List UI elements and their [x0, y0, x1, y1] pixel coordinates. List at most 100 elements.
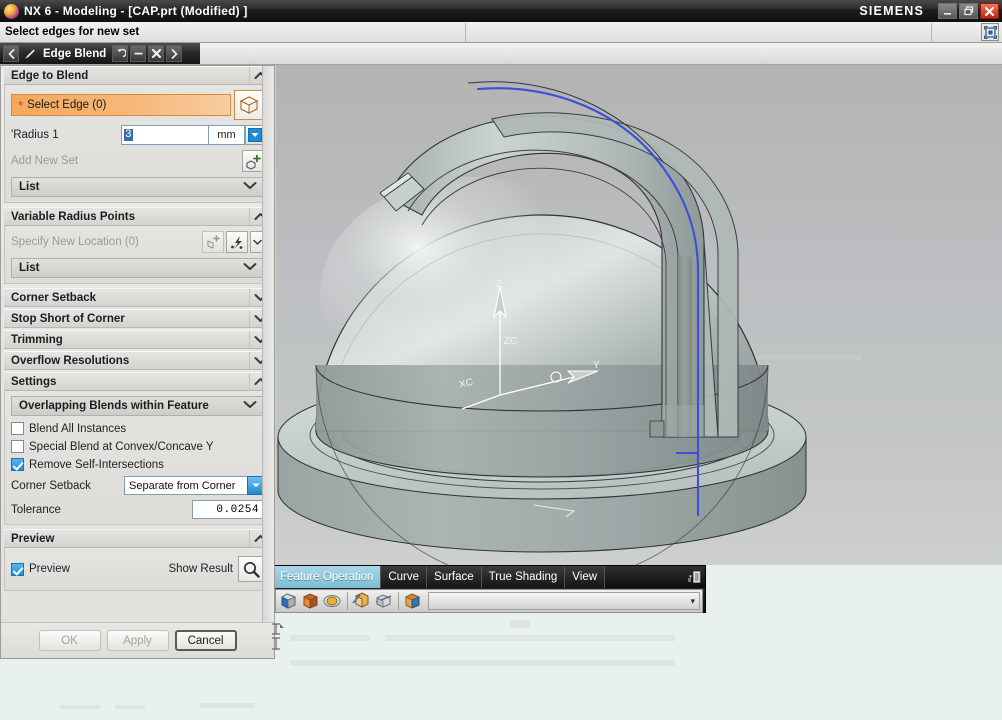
undo-selection-button[interactable]	[112, 45, 129, 62]
tab-curve[interactable]: Curve	[381, 566, 428, 588]
cue-message: Select edges for new set	[5, 26, 140, 38]
point-constructor-icon[interactable]	[202, 231, 224, 253]
edge-blend-dialog: Edge to Blend * Select Edge (0) 'Radius …	[0, 65, 275, 659]
graphics-viewport[interactable]: Z ZC Y XC	[272, 65, 1002, 565]
group-edge-to-blend: Edge to Blend * Select Edge (0) 'Radius …	[4, 66, 271, 203]
corner-setback-select[interactable]: Separate from Corner	[124, 476, 248, 495]
chevron-down-icon	[243, 262, 257, 274]
minimize-icon	[944, 12, 951, 15]
variable-radius-list-bar[interactable]: List	[11, 258, 264, 278]
unite-icon[interactable]	[279, 591, 299, 611]
minimize-button[interactable]	[938, 3, 957, 19]
magnifier-icon[interactable]	[238, 556, 264, 582]
radius-input[interactable]: 3	[121, 125, 209, 145]
add-set-icon[interactable]	[242, 150, 264, 172]
group-header-stop-short-of-corner[interactable]: Stop Short of Corner	[4, 309, 271, 328]
chevron-down-icon	[243, 181, 257, 193]
overlapping-blends-bar[interactable]: Overlapping Blends within Feature	[11, 396, 264, 416]
checkbox-box	[11, 458, 24, 471]
corner-setback-value: Separate from Corner	[129, 479, 236, 492]
resize-grip-icon[interactable]	[269, 622, 289, 652]
group-header-preview[interactable]: Preview	[4, 529, 271, 548]
group-header-overflow-resolutions[interactable]: Overflow Resolutions	[4, 351, 271, 370]
window-title-bar: NX 6 - Modeling - [CAP.prt (Modified) ] …	[0, 0, 1002, 22]
group-header-corner-setback[interactable]: Corner Setback	[4, 288, 271, 307]
minus-icon	[134, 52, 143, 55]
specify-location-row: Specify New Location (0)	[11, 231, 264, 253]
cad-model-dome[interactable]: Z ZC Y XC	[272, 65, 1002, 565]
restore-button[interactable]	[959, 3, 978, 19]
siemens-brand-label: SIEMENS	[859, 4, 924, 18]
tab-strip-filler	[605, 566, 683, 588]
toolbar-divider-1	[347, 592, 348, 610]
toolbar-options-icon[interactable]	[683, 566, 705, 588]
selection-indicator-icon[interactable]	[981, 23, 999, 41]
apply-button[interactable]: Apply	[106, 630, 169, 651]
checkbox-blend-all-instances[interactable]: Blend All Instances	[11, 422, 264, 435]
group-title: Variable Radius Points	[11, 210, 135, 223]
selection-toolbar-empty	[200, 43, 1002, 64]
selection-toolbar: Edge Blend	[0, 43, 1002, 65]
snap-point-icon[interactable]	[226, 231, 248, 253]
edge-blend-icon[interactable]	[403, 591, 423, 611]
group-variable-radius-points: Variable Radius Points Specify New Locat…	[4, 207, 271, 284]
subtract-icon[interactable]	[301, 591, 321, 611]
ok-label: OK	[61, 634, 78, 647]
edge-list-bar[interactable]: List	[11, 177, 264, 197]
tolerance-value: 0.0254	[216, 503, 259, 516]
intersect-icon[interactable]	[323, 591, 343, 611]
chevron-right-icon	[171, 48, 178, 59]
radius-value: 3	[124, 129, 133, 141]
checkbox-special-blend[interactable]: Special Blend at Convex/Concave Y	[11, 440, 264, 453]
split-body-icon[interactable]	[374, 591, 394, 611]
show-result-label: Show Result	[168, 563, 233, 575]
group-title: Corner Setback	[11, 291, 97, 304]
cursor-arrow-icon[interactable]	[21, 45, 37, 62]
group-overflow-resolutions: Overflow Resolutions	[4, 351, 271, 370]
radius-unit-label: mm	[209, 125, 245, 145]
overlapping-blends-label: Overlapping Blends within Feature	[19, 400, 209, 412]
checkbox-label: Special Blend at Convex/Concave Y	[29, 440, 214, 453]
nav-forward-button[interactable]	[166, 45, 183, 62]
select-edge-label: Select Edge (0)	[27, 99, 107, 111]
group-header-trimming[interactable]: Trimming	[4, 330, 271, 349]
add-new-set-row: Add New Set	[11, 150, 264, 172]
tab-feature-operation[interactable]: Feature Operation	[273, 566, 382, 588]
combo-arrow-icon: ▾	[690, 595, 695, 606]
tab-true-shading[interactable]: True Shading	[481, 566, 566, 588]
chevron-down-icon	[247, 128, 262, 142]
group-title: Preview	[11, 532, 55, 545]
bottom-toolbar-tabs: Feature Operation Curve Surface True Sha…	[273, 566, 705, 588]
tab-view[interactable]: View	[565, 566, 606, 588]
cancel-selection-button[interactable]	[148, 45, 165, 62]
apply-label: Apply	[123, 634, 152, 647]
tab-label: True Shading	[488, 571, 558, 583]
select-edge-button[interactable]: * Select Edge (0)	[11, 94, 231, 116]
nav-back-button[interactable]	[3, 45, 19, 62]
tolerance-input[interactable]: 0.0254	[192, 500, 264, 519]
cancel-button[interactable]: Cancel	[174, 630, 237, 651]
tab-surface[interactable]: Surface	[427, 566, 482, 588]
preview-checkbox[interactable]	[11, 562, 24, 576]
group-body-settings: Overlapping Blends within Feature Blend …	[4, 391, 271, 525]
checkbox-remove-self-intersections[interactable]: Remove Self-Intersections	[11, 458, 264, 471]
chevron-left-icon	[8, 48, 14, 59]
group-preview: Preview Preview Show Result	[4, 529, 271, 591]
radius-label: 'Radius 1	[11, 129, 59, 141]
group-settings: Settings Overlapping Blends within Featu…	[4, 372, 271, 525]
group-header-edge-to-blend[interactable]: Edge to Blend	[4, 66, 271, 85]
deselect-button[interactable]	[130, 45, 147, 62]
tab-label: Feature Operation	[280, 571, 374, 583]
close-button[interactable]	[980, 3, 999, 19]
group-title: Edge to Blend	[11, 69, 89, 82]
triad-label-z: Z	[496, 279, 502, 290]
group-header-settings[interactable]: Settings	[4, 372, 271, 391]
edge-list-label: List	[19, 181, 40, 193]
add-new-set-label: Add New Set	[11, 155, 79, 167]
toolbar-overflow-combo[interactable]: ▾	[428, 592, 700, 610]
dialog-scrollbar[interactable]	[262, 66, 274, 622]
trim-body-icon[interactable]	[352, 591, 372, 611]
group-header-variable-radius-points[interactable]: Variable Radius Points	[4, 207, 271, 226]
ok-button[interactable]: OK	[38, 630, 101, 651]
solid-body-icon[interactable]	[234, 90, 264, 120]
